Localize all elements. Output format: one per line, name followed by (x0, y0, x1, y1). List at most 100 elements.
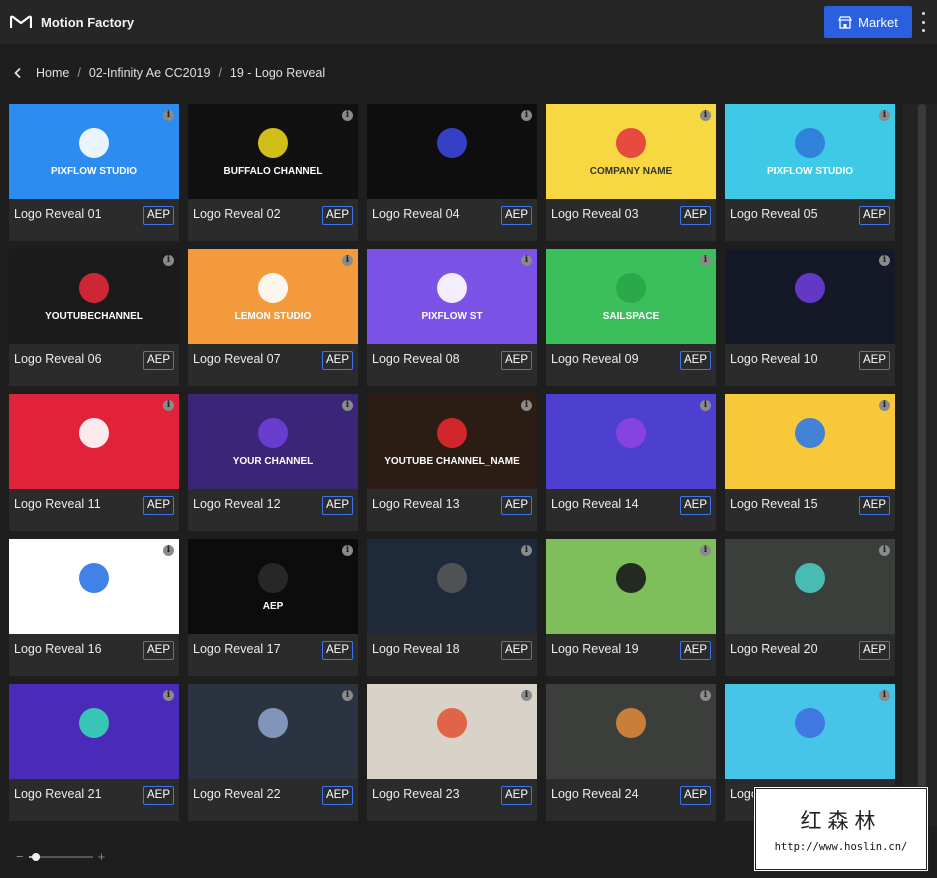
info-icon[interactable]: i (521, 110, 532, 121)
info-icon[interactable]: i (700, 110, 711, 121)
zoom-in-icon[interactable]: + (98, 850, 106, 864)
info-icon[interactable]: i (700, 400, 711, 411)
info-icon[interactable]: i (879, 255, 890, 266)
info-icon[interactable]: i (521, 400, 532, 411)
template-card[interactable]: i Logo Reveal 14 AEP (546, 394, 716, 531)
info-icon[interactable]: i (879, 545, 890, 556)
template-card[interactable]: SAILSPACE i Logo Reveal 09 AEP (546, 249, 716, 386)
template-card[interactable]: i Logo Reveal 18 AEP (367, 539, 537, 676)
info-icon[interactable]: i (342, 690, 353, 701)
zoom-track[interactable] (28, 853, 93, 861)
info-icon[interactable]: i (700, 255, 711, 266)
template-thumbnail[interactable]: i (188, 684, 358, 779)
info-icon[interactable]: i (879, 690, 890, 701)
template-card[interactable]: LEMON STUDIO i Logo Reveal 07 AEP (188, 249, 358, 386)
template-card[interactable]: COMPANY NAME i Logo Reveal 03 AEP (546, 104, 716, 241)
watermark-text: 红森林 (800, 809, 882, 833)
template-thumbnail[interactable]: AEP i (188, 539, 358, 634)
logo-emblem-icon (795, 128, 825, 158)
info-icon[interactable]: i (342, 400, 353, 411)
template-card[interactable]: i Logo Reveal 04 AEP (367, 104, 537, 241)
template-card[interactable]: YOUR CHANNEL i Logo Reveal 12 AEP (188, 394, 358, 531)
template-thumbnail[interactable]: i (725, 684, 895, 779)
info-icon[interactable]: i (521, 545, 532, 556)
info-icon[interactable]: i (163, 110, 174, 121)
template-thumbnail[interactable]: i (367, 684, 537, 779)
template-card[interactable]: i Logo Reveal 16 AEP (9, 539, 179, 676)
template-thumbnail[interactable]: i (725, 249, 895, 344)
template-title: Logo Reveal 08 (372, 352, 460, 366)
template-thumbnail[interactable]: YOUR CHANNEL i (188, 394, 358, 489)
template-card[interactable]: i Logo Reveal 22 AEP (188, 684, 358, 821)
template-card[interactable]: PIXFLOW STUDIO i Logo Reveal 05 AEP (725, 104, 895, 241)
breadcrumb-folder[interactable]: 02-Infinity Ae CC2019 (89, 66, 211, 80)
logo-emblem-icon (437, 418, 467, 448)
template-thumbnail[interactable]: i (725, 539, 895, 634)
logo-emblem-icon (79, 128, 109, 158)
template-thumbnail[interactable]: i (546, 394, 716, 489)
template-thumbnail[interactable]: i (546, 684, 716, 779)
template-card[interactable]: i Logo Reveal 19 AEP (546, 539, 716, 676)
template-card[interactable]: i Logo Reveal 10 AEP (725, 249, 895, 386)
more-options-icon[interactable] (917, 12, 929, 32)
template-card[interactable]: YOUTUBE CHANNEL_NAME i Logo Reveal 13 AEP (367, 394, 537, 531)
info-icon[interactable]: i (342, 255, 353, 266)
info-icon[interactable]: i (342, 110, 353, 121)
logo-emblem-icon (795, 708, 825, 738)
template-thumbnail[interactable]: LEMON STUDIO i (188, 249, 358, 344)
thumbnail-caption: YOUTUBE CHANNEL_NAME (384, 456, 520, 467)
template-card[interactable]: i Logo Reveal 11 AEP (9, 394, 179, 531)
template-card[interactable]: i Logo Reveal 15 AEP (725, 394, 895, 531)
template-thumbnail[interactable]: SAILSPACE i (546, 249, 716, 344)
template-card[interactable]: i Logo Reveal 24 AEP (546, 684, 716, 821)
info-icon[interactable]: i (163, 690, 174, 701)
template-thumbnail[interactable]: i (9, 394, 179, 489)
info-icon[interactable]: i (342, 545, 353, 556)
template-thumbnail[interactable]: PIXFLOW ST i (367, 249, 537, 344)
template-card[interactable]: PIXFLOW STUDIO i Logo Reveal 01 AEP (9, 104, 179, 241)
info-icon[interactable]: i (521, 255, 532, 266)
market-button[interactable]: Market (824, 6, 912, 38)
template-thumbnail[interactable]: i (367, 104, 537, 199)
template-thumbnail[interactable]: PIXFLOW STUDIO i (9, 104, 179, 199)
template-card[interactable]: AEP i Logo Reveal 17 AEP (188, 539, 358, 676)
scrollbar-thumb[interactable] (918, 104, 926, 794)
info-icon[interactable]: i (700, 690, 711, 701)
info-icon[interactable]: i (163, 255, 174, 266)
template-title: Logo Reveal 16 (14, 642, 102, 656)
zoom-knob[interactable] (31, 853, 40, 861)
file-type-badge: AEP (680, 496, 711, 515)
template-thumbnail[interactable]: i (9, 539, 179, 634)
info-icon[interactable]: i (879, 110, 890, 121)
template-card[interactable]: PIXFLOW ST i Logo Reveal 08 AEP (367, 249, 537, 386)
info-icon[interactable]: i (879, 400, 890, 411)
template-thumbnail[interactable]: PIXFLOW STUDIO i (725, 104, 895, 199)
template-title: Logo Reveal 17 (193, 642, 281, 656)
info-icon[interactable]: i (700, 545, 711, 556)
template-card[interactable]: YOUTUBECHANNEL i Logo Reveal 06 AEP (9, 249, 179, 386)
template-card[interactable]: i Logo Reveal 21 AEP (9, 684, 179, 821)
template-thumbnail[interactable]: YOUTUBE CHANNEL_NAME i (367, 394, 537, 489)
info-icon[interactable]: i (163, 545, 174, 556)
template-thumbnail[interactable]: i (367, 539, 537, 634)
template-thumbnail[interactable]: BUFFALO CHANNEL i (188, 104, 358, 199)
info-icon[interactable]: i (163, 400, 174, 411)
breadcrumb-home[interactable]: Home (36, 66, 69, 80)
template-card[interactable]: i Logo Reveal 23 AEP (367, 684, 537, 821)
template-thumbnail[interactable]: COMPANY NAME i (546, 104, 716, 199)
chevron-left-icon[interactable] (12, 67, 24, 79)
info-icon[interactable]: i (521, 690, 532, 701)
template-grid: PIXFLOW STUDIO i Logo Reveal 01 AEP BUFFALO … (9, 104, 899, 826)
file-type-badge: AEP (680, 206, 711, 225)
zoom-out-icon[interactable]: − (16, 850, 24, 864)
template-card[interactable]: i Logo Reveal 20 AEP (725, 539, 895, 676)
template-card[interactable]: BUFFALO CHANNEL i Logo Reveal 02 AEP (188, 104, 358, 241)
logo-emblem-icon (616, 563, 646, 593)
zoom-slider[interactable]: − + (16, 850, 112, 864)
template-thumbnail[interactable]: YOUTUBECHANNEL i (9, 249, 179, 344)
template-thumbnail[interactable]: i (546, 539, 716, 634)
template-thumbnail[interactable]: i (725, 394, 895, 489)
template-thumbnail[interactable]: i (9, 684, 179, 779)
app-title: Motion Factory (41, 14, 135, 30)
watermark-url: http://www.hoslin.cn/ (774, 841, 908, 853)
